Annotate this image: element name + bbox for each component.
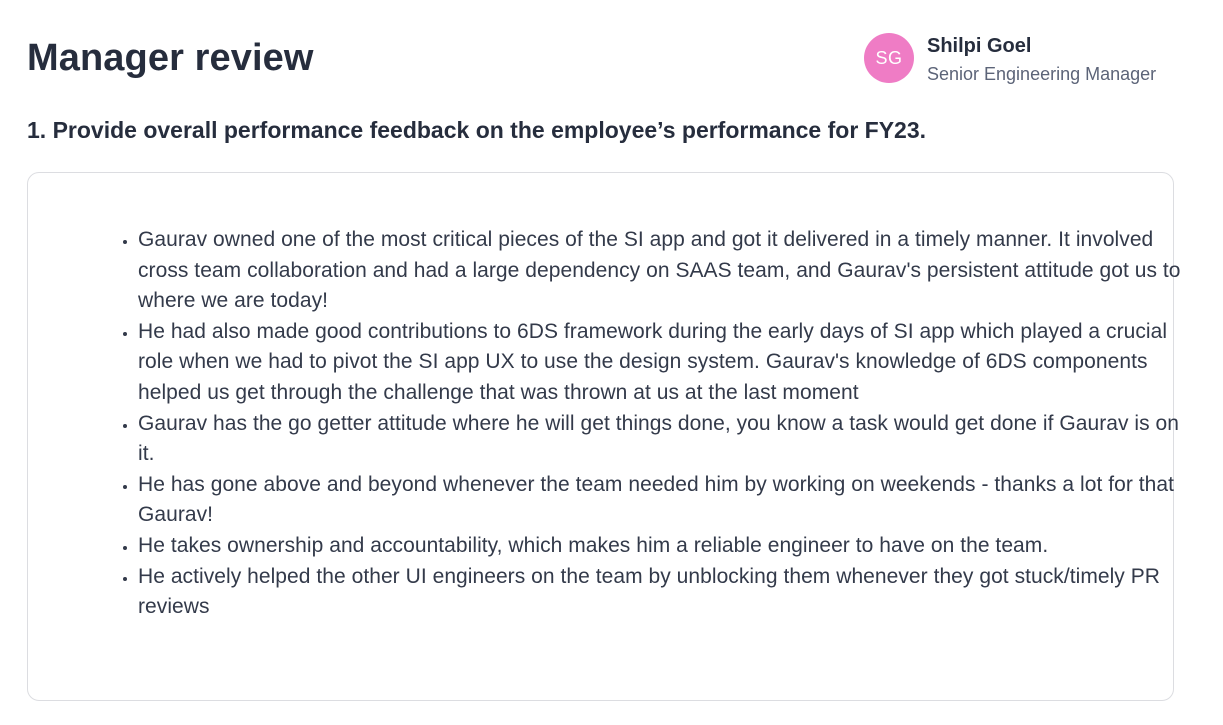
reviewer-card: SG Shilpi Goel Senior Engineering Manage… <box>864 32 1156 87</box>
feedback-item: He has gone above and beyond whenever th… <box>138 470 1183 531</box>
reviewer-role: Senior Engineering Manager <box>927 64 1157 84</box>
feedback-item: He actively helped the other UI engineer… <box>138 562 1183 623</box>
question-title: 1. Provide overall performance feedback … <box>27 117 927 143</box>
avatar: SG <box>864 33 914 83</box>
reviewer-info: Shilpi Goel Senior Engineering Manager <box>927 32 1156 87</box>
reviewer-name: Shilpi Goel <box>927 35 1032 57</box>
feedback-item: Gaurav owned one of the most critical pi… <box>138 225 1183 317</box>
answer-box[interactable]: Gaurav owned one of the most critical pi… <box>27 172 1180 701</box>
feedback-item: He takes ownership and accountability, w… <box>138 531 1183 562</box>
feedback-list: Gaurav owned one of the most critical pi… <box>114 225 1183 623</box>
page-title: Manager review <box>27 37 314 79</box>
feedback-item: Gaurav has the go getter attitude where … <box>138 409 1183 470</box>
feedback-item: He had also made good contributions to 6… <box>138 317 1183 409</box>
